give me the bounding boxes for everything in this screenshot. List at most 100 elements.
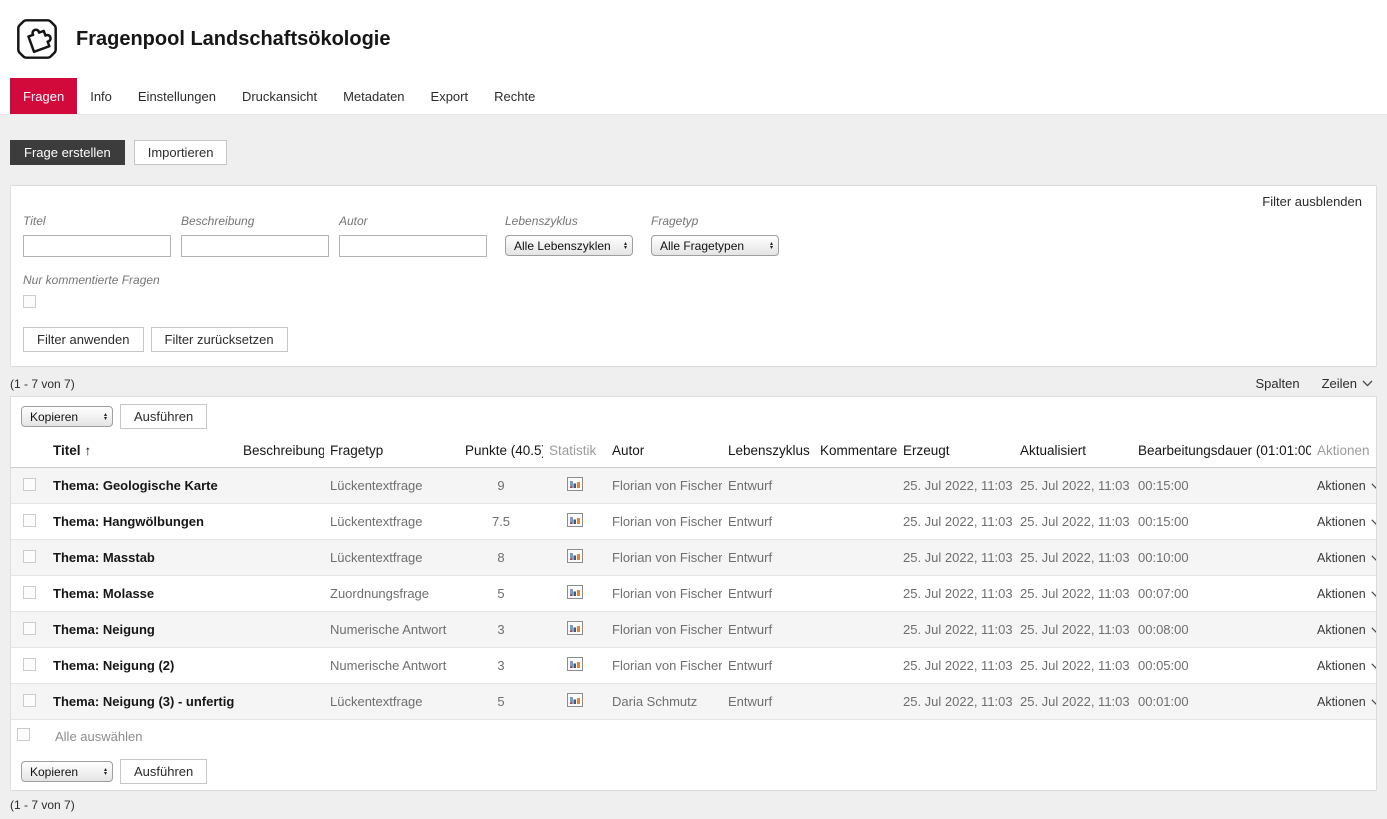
header-created[interactable]: Erzeugt xyxy=(897,435,1014,468)
tab-info[interactable]: Info xyxy=(77,78,125,114)
question-title-link[interactable]: Thema: Molasse xyxy=(53,586,154,601)
questions-table-panel: Kopieren ▴▾ Ausführen Titel↑ Beschreibun… xyxy=(10,396,1377,791)
row-actions-label: Aktionen xyxy=(1317,659,1366,673)
columns-selection-link[interactable]: Spalten xyxy=(1255,376,1299,391)
row-checkbox[interactable] xyxy=(23,514,36,527)
cell-lifecycle: Entwurf xyxy=(722,612,814,648)
tab-metadaten[interactable]: Metadaten xyxy=(330,78,417,114)
execute-button-bottom[interactable]: Ausführen xyxy=(120,759,207,784)
import-button[interactable]: Importieren xyxy=(134,140,228,165)
table-header-row: Titel↑ Beschreibung Fragetyp Punkte (40.… xyxy=(11,435,1376,468)
row-actions-dropdown[interactable]: Aktionen xyxy=(1317,479,1376,493)
select-all-checkbox[interactable] xyxy=(17,728,30,741)
table-row: Thema: Geologische Karte Lückentextfrage… xyxy=(11,468,1376,504)
row-actions-dropdown[interactable]: Aktionen xyxy=(1317,551,1376,565)
tab-fragen[interactable]: Fragen xyxy=(10,78,77,114)
statistics-icon[interactable] xyxy=(567,657,583,671)
statistics-icon[interactable] xyxy=(567,549,583,563)
chevron-down-icon xyxy=(1371,699,1376,705)
statistics-icon[interactable] xyxy=(567,513,583,527)
commented-only-checkbox[interactable] xyxy=(23,295,36,308)
row-actions-dropdown[interactable]: Aktionen xyxy=(1317,587,1376,601)
row-actions-dropdown[interactable]: Aktionen xyxy=(1317,515,1376,529)
row-checkbox[interactable] xyxy=(23,622,36,635)
statistics-icon[interactable] xyxy=(567,693,583,707)
cell-duration: 00:15:00 xyxy=(1132,504,1311,540)
cell-created: 25. Jul 2022, 11:03 xyxy=(897,540,1014,576)
cell-lifecycle: Entwurf xyxy=(722,504,814,540)
cell-author: Florian von Fischer xyxy=(606,468,722,504)
filter-author-input[interactable] xyxy=(339,235,487,257)
row-checkbox[interactable] xyxy=(23,694,36,707)
cell-created: 25. Jul 2022, 11:03 xyxy=(897,648,1014,684)
bulk-action-select-bottom[interactable]: Kopieren ▴▾ xyxy=(21,761,113,782)
header-lifecycle[interactable]: Lebenszyklus xyxy=(722,435,814,468)
reset-filter-button[interactable]: Filter zurücksetzen xyxy=(151,327,288,352)
cell-updated: 25. Jul 2022, 11:03 xyxy=(1014,540,1132,576)
create-question-button[interactable]: Frage erstellen xyxy=(10,140,125,165)
row-actions-dropdown[interactable]: Aktionen xyxy=(1317,659,1376,673)
header-type[interactable]: Fragetyp xyxy=(324,435,459,468)
cell-points: 8 xyxy=(459,540,543,576)
select-arrows-icon: ▴▾ xyxy=(770,242,773,250)
question-title-link[interactable]: Thema: Neigung xyxy=(53,622,155,637)
header-points[interactable]: Punkte (40.5) xyxy=(459,435,543,468)
header-comments[interactable]: Kommentare xyxy=(814,435,897,468)
cell-author: Florian von Fischer xyxy=(606,576,722,612)
row-checkbox[interactable] xyxy=(23,658,36,671)
tab-druckansicht[interactable]: Druckansicht xyxy=(229,78,330,114)
question-title-link[interactable]: Thema: Neigung (3) - unfertig xyxy=(53,694,234,709)
tab-einstellungen[interactable]: Einstellungen xyxy=(125,78,229,114)
cell-author: Florian von Fischer xyxy=(606,540,722,576)
rows-selection-dropdown[interactable]: Zeilen xyxy=(1322,376,1373,391)
lifecycle-select[interactable]: Alle Lebenszyklen ▴▾ xyxy=(505,235,633,256)
cell-points: 5 xyxy=(459,576,543,612)
cell-lifecycle: Entwurf xyxy=(722,648,814,684)
row-actions-dropdown[interactable]: Aktionen xyxy=(1317,695,1376,709)
filter-description-input[interactable] xyxy=(181,235,329,257)
cell-updated: 25. Jul 2022, 11:03 xyxy=(1014,504,1132,540)
tab-rechte[interactable]: Rechte xyxy=(481,78,548,114)
hide-filter-link[interactable]: Filter ausblenden xyxy=(1262,194,1362,209)
row-checkbox[interactable] xyxy=(23,550,36,563)
row-actions-label: Aktionen xyxy=(1317,587,1366,601)
statistics-icon[interactable] xyxy=(567,585,583,599)
select-arrows-icon: ▴▾ xyxy=(104,413,107,421)
row-actions-dropdown[interactable]: Aktionen xyxy=(1317,623,1376,637)
row-actions-label: Aktionen xyxy=(1317,623,1366,637)
cell-question-type: Lückentextfrage xyxy=(324,540,459,576)
statistics-icon[interactable] xyxy=(567,621,583,635)
statistics-icon[interactable] xyxy=(567,477,583,491)
chevron-down-icon xyxy=(1371,591,1376,597)
cell-updated: 25. Jul 2022, 11:03 xyxy=(1014,684,1132,720)
chevron-down-icon xyxy=(1371,519,1376,525)
table-row: Thema: Neigung Numerische Antwort 3 Flor… xyxy=(11,612,1376,648)
select-all-label: Alle auswählen xyxy=(55,729,142,744)
result-count-top: (1 - 7 von 7) xyxy=(10,377,75,391)
bulk-action-select-top[interactable]: Kopieren ▴▾ xyxy=(21,406,113,427)
tab-export[interactable]: Export xyxy=(418,78,482,114)
cell-comments xyxy=(814,612,897,648)
execute-button-top[interactable]: Ausführen xyxy=(120,404,207,429)
question-title-link[interactable]: Thema: Hangwölbungen xyxy=(53,514,204,529)
cell-question-type: Numerische Antwort xyxy=(324,612,459,648)
question-title-link[interactable]: Thema: Masstab xyxy=(53,550,155,565)
question-title-link[interactable]: Thema: Neigung (2) xyxy=(53,658,174,673)
cell-lifecycle: Entwurf xyxy=(722,576,814,612)
header-description[interactable]: Beschreibung xyxy=(237,435,324,468)
filter-title-input[interactable] xyxy=(23,235,171,257)
qtype-select-value: Alle Fragetypen xyxy=(660,239,744,253)
header-duration[interactable]: Bearbeitungsdauer (01:01:00) xyxy=(1132,435,1311,468)
row-checkbox[interactable] xyxy=(23,586,36,599)
row-checkbox[interactable] xyxy=(23,478,36,491)
bulk-action-value: Kopieren xyxy=(30,765,78,779)
question-type-select[interactable]: Alle Fragetypen ▴▾ xyxy=(651,235,779,256)
header-author[interactable]: Autor xyxy=(606,435,722,468)
apply-filter-button[interactable]: Filter anwenden xyxy=(23,327,144,352)
cell-author: Daria Schmutz xyxy=(606,684,722,720)
cell-question-type: Numerische Antwort xyxy=(324,648,459,684)
header-updated[interactable]: Aktualisiert xyxy=(1014,435,1132,468)
question-title-link[interactable]: Thema: Geologische Karte xyxy=(53,478,218,493)
header-title[interactable]: Titel↑ xyxy=(47,435,237,468)
cell-updated: 25. Jul 2022, 11:03 xyxy=(1014,612,1132,648)
